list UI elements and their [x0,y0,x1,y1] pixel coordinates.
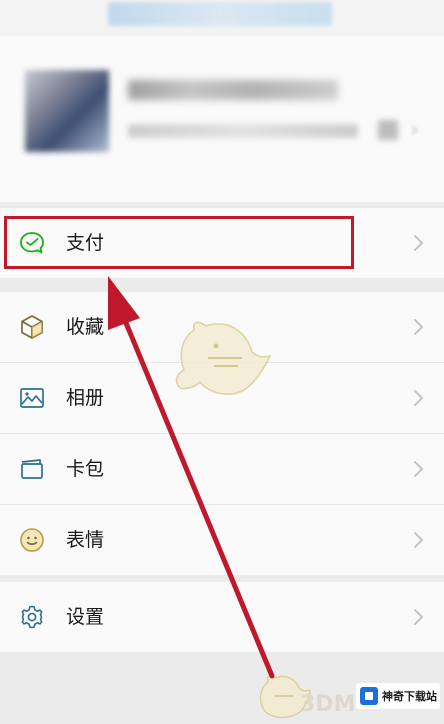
brand-name: 神奇下载站 [382,690,437,703]
blurred-nickname [128,80,338,100]
menu-item-label: 表情 [66,529,105,551]
settings-group: 设置 [0,582,444,652]
chevron-right-icon [414,319,423,335]
brand-badge: 神奇下载站 [356,683,440,709]
smiley-icon [20,528,44,552]
blurred-wechat-id [128,124,358,138]
brand-logo-icon [360,687,378,705]
gear-icon [21,605,43,629]
qr-code-icon[interactable] [378,120,398,140]
chevron-right-icon [414,235,423,251]
menu-item-stickers[interactable]: 表情 [0,505,444,575]
top-bar [0,0,444,36]
menu-item-cards[interactable]: 卡包 [0,434,444,505]
image-icon [20,388,44,408]
menu-item-label: 收藏 [66,316,105,338]
profile-header[interactable]: › [0,36,444,202]
menu-item-label: 相册 [66,387,105,409]
chevron-right-icon [414,609,423,625]
watermark-text: 3DM [300,692,356,717]
menu-item-settings[interactable]: 设置 [0,582,444,652]
blurred-banner [108,2,332,26]
menu-item-label: 设置 [66,606,105,628]
chevron-right-icon [414,461,423,477]
chevron-right-icon [414,390,423,406]
menu-item-pay[interactable]: 支付 [0,208,444,278]
avatar[interactable] [25,70,109,152]
pay-icon [20,232,44,254]
cube-icon [21,315,43,339]
menu-item-label: 卡包 [66,458,105,480]
wallet-card-icon [21,459,43,479]
pay-group: 支付 [0,208,444,278]
chevron-right-icon: › [410,118,419,143]
menu-item-label: 支付 [66,232,105,254]
chevron-right-icon [414,532,423,548]
mascot-watermark-icon [175,321,272,395]
